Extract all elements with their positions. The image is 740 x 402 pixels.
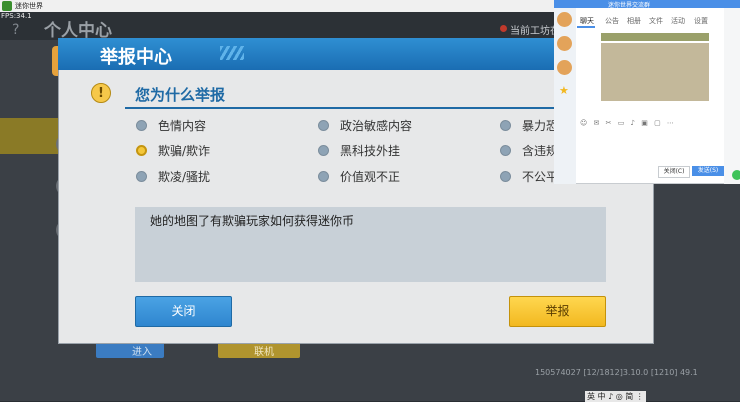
multiplayer-button-label: 联机 — [254, 347, 274, 358]
star-icon[interactable]: ★ — [559, 84, 569, 97]
reason-unfair-label[interactable]: 不公平 — [522, 168, 558, 185]
dialog-title: 举报中心 — [100, 47, 172, 68]
window-title: 迷你世界 — [15, 2, 43, 10]
radio-political[interactable] — [318, 120, 329, 131]
chat-tab-album[interactable]: 相册 — [627, 16, 641, 26]
report-question: 您为什么举报 — [135, 86, 226, 104]
radio-illegal[interactable] — [500, 145, 511, 156]
chat-tab-indicator — [577, 26, 595, 28]
chat-tab-activity[interactable]: 活动 — [671, 16, 685, 26]
radio-fraud[interactable] — [136, 145, 147, 156]
status-dot-icon — [500, 25, 507, 32]
header-decoration — [220, 46, 244, 60]
radio-violence[interactable] — [500, 120, 511, 131]
radio-harassment[interactable] — [136, 171, 147, 182]
reason-political-label[interactable]: 政治敏感内容 — [340, 117, 412, 134]
radio-cheat[interactable] — [318, 145, 329, 156]
background-status-text: 当前工坊在 — [510, 26, 560, 37]
chat-title: 迷你世界交流群 — [608, 2, 651, 9]
chat-close-button[interactable]: 关闭(C) — [658, 166, 690, 178]
close-button[interactable]: 关闭 — [135, 296, 232, 327]
reason-harassment-label[interactable]: 欺凌/骚扰 — [158, 168, 210, 185]
chat-tab-settings[interactable]: 设置 — [694, 16, 708, 26]
chat-right-panel — [724, 8, 740, 184]
reason-violence-label[interactable]: 暴力恐 — [522, 117, 558, 134]
background-side-highlight — [0, 118, 60, 154]
chat-tab-files[interactable]: 文件 — [649, 16, 663, 26]
question-underline — [125, 107, 555, 109]
chat-avatar[interactable] — [557, 60, 572, 75]
ime-toolbar[interactable]: 英 中 ♪ ◎ 简 ⋮ — [585, 391, 646, 402]
reason-values-label[interactable]: 价值观不正 — [340, 168, 400, 185]
radio-unfair[interactable] — [500, 171, 511, 182]
fps-counter: FPS:34.1 — [1, 12, 32, 20]
chat-send-button[interactable]: 发送(S) — [692, 166, 724, 176]
reason-illegal-label[interactable]: 含违规 — [522, 142, 558, 159]
report-description-text: 她的地图了有欺骗玩家如何获得迷你币 — [150, 214, 355, 228]
enter-button-label: 进入 — [132, 347, 152, 358]
report-submit-button[interactable]: 举报 — [509, 296, 606, 327]
radio-porn[interactable] — [136, 120, 147, 131]
chat-tab-notice[interactable]: 公告 — [605, 16, 619, 26]
chat-screenshot-image[interactable] — [601, 43, 709, 101]
online-indicator-icon — [732, 170, 740, 180]
chat-image-preview[interactable] — [601, 33, 709, 41]
reason-cheat-label[interactable]: 黑科技外挂 — [340, 142, 400, 159]
reason-fraud-label[interactable]: 欺骗/欺诈 — [158, 142, 210, 159]
chat-avatar[interactable] — [557, 36, 572, 51]
chat-toolbar: ☺ ✉ ✂ ▭ ♪ ▣ ▢ ⋯ — [580, 119, 676, 127]
radio-values[interactable] — [318, 171, 329, 182]
reason-porn-label[interactable]: 色情内容 — [158, 117, 206, 134]
chat-avatar[interactable] — [557, 12, 572, 27]
version-info: 150574027 [12/1812]3.10.0 [1210] 49.1 — [535, 368, 698, 377]
chat-tab-chat[interactable]: 聊天 — [580, 16, 594, 26]
warning-icon: ! — [91, 83, 111, 103]
app-icon — [2, 1, 12, 11]
help-icon[interactable]: ? — [12, 22, 19, 38]
